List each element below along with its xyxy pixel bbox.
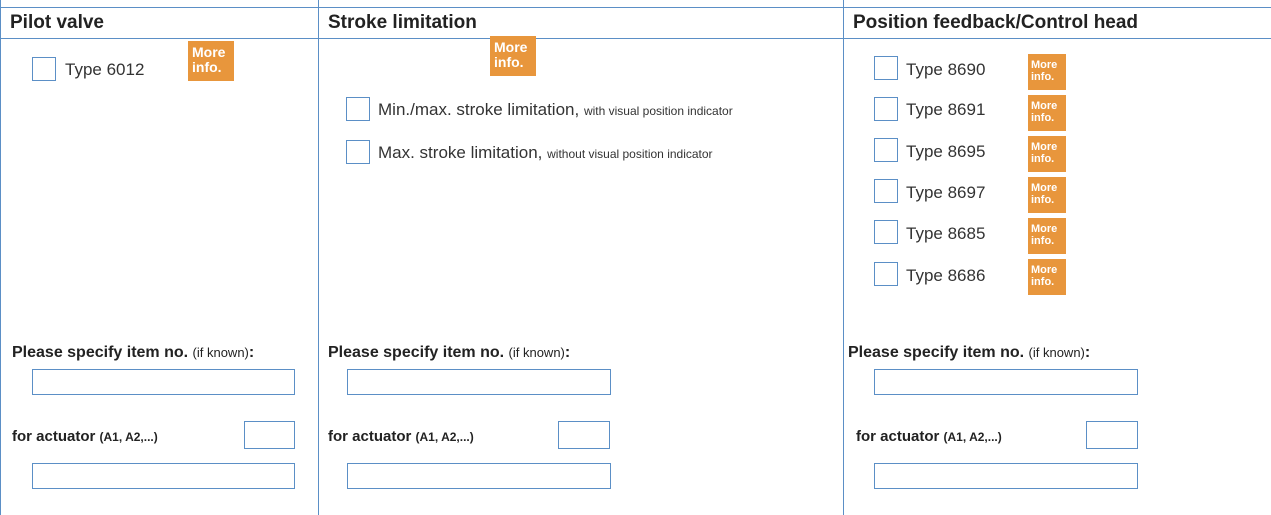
more-info-badge[interactable]: More info. [1028,54,1066,90]
more-info-badge[interactable]: More info. [1028,259,1066,295]
actuator-input[interactable] [558,421,610,449]
stroke-limitation-header: Stroke limitation [319,7,844,39]
type-8695-label: Type 8695 [906,142,986,161]
type-8690-label: Type 8690 [906,60,986,79]
pilot-valve-header: Pilot valve [1,7,319,39]
type-6012-checkbox[interactable] [32,57,56,81]
more-info-text: More [1031,100,1058,112]
type-8691-checkbox[interactable] [874,97,898,121]
actuator-detail-input[interactable] [874,463,1138,489]
position-feedback-column: Position feedback/Control head Type 8690… [843,0,1271,515]
actuator-detail-input[interactable] [32,463,295,489]
type-8690-checkbox[interactable] [874,56,898,80]
more-info-badge[interactable]: More info. [1028,136,1066,172]
more-info-badge[interactable]: More info. [1028,177,1066,213]
actuator-label: for actuator (A1, A2,...) [856,428,1002,445]
item-no-label: Please specify item no. (if known): [328,344,571,361]
actuator-input[interactable] [1086,421,1138,449]
item-no-input[interactable] [32,369,295,395]
more-info-badge[interactable]: More info. [490,36,536,76]
more-info-text: More [1031,141,1058,153]
type-8685-checkbox[interactable] [874,220,898,244]
item-no-input[interactable] [347,369,611,395]
more-info-badge[interactable]: More info. [188,41,234,81]
item-no-input[interactable] [874,369,1138,395]
position-feedback-header: Position feedback/Control head [844,7,1271,39]
more-info-badge[interactable]: More info. [1028,95,1066,131]
pilot-valve-column: Pilot valve Type 6012 More info. Please … [0,0,319,515]
more-info-text: info. [192,59,222,75]
min-max-stroke-checkbox[interactable] [346,97,370,121]
more-info-badge[interactable]: More info. [1028,218,1066,254]
actuator-label: for actuator (A1, A2,...) [328,428,474,445]
min-max-stroke-label: Min./max. stroke limitation, with visual… [378,100,733,119]
more-info-text: More [1031,182,1058,194]
more-info-text: More [1031,264,1058,276]
type-8686-checkbox[interactable] [874,262,898,286]
item-no-label: Please specify item no. (if known): [848,344,1091,361]
type-8697-label: Type 8697 [906,183,986,202]
more-info-text: info. [1031,235,1055,247]
actuator-detail-input[interactable] [347,463,611,489]
stroke-limitation-column: Stroke limitation More info. Min./max. s… [318,0,844,515]
more-info-text: More [1031,223,1058,235]
type-8695-checkbox[interactable] [874,138,898,162]
more-info-text: More [1031,59,1058,71]
type-6012-label: Type 6012 [65,60,145,79]
type-8691-label: Type 8691 [906,100,986,119]
type-8686-label: Type 8686 [906,266,986,285]
actuator-label: for actuator (A1, A2,...) [12,428,158,445]
more-info-text: info. [1031,276,1055,288]
max-stroke-label: Max. stroke limitation, without visual p… [378,143,713,162]
actuator-input[interactable] [244,421,295,449]
more-info-text: info. [1031,194,1055,206]
type-8697-checkbox[interactable] [874,179,898,203]
type-8685-label: Type 8685 [906,224,986,243]
max-stroke-checkbox[interactable] [346,140,370,164]
item-no-label: Please specify item no. (if known): [12,344,255,361]
more-info-text: info. [1031,112,1055,124]
more-info-text: More [494,39,528,55]
more-info-text: More [192,44,226,60]
more-info-text: info. [494,54,524,70]
more-info-text: info. [1031,153,1055,165]
more-info-text: info. [1031,71,1055,83]
